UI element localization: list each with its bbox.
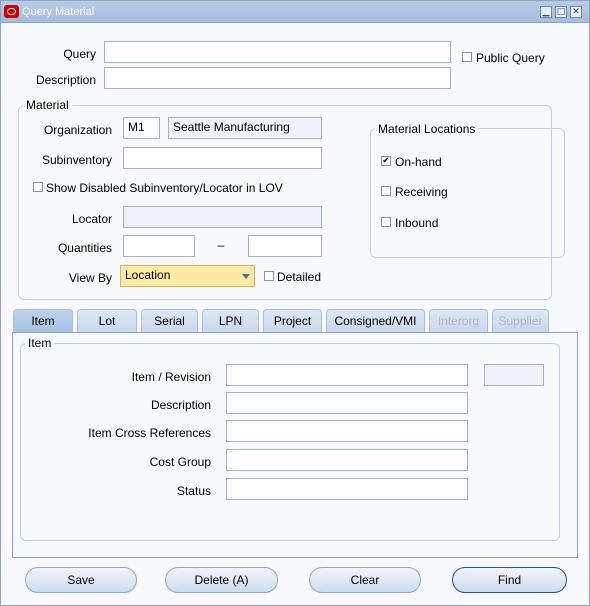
detailed-label: Detailed xyxy=(277,270,322,284)
organization-name-field: Seattle Manufacturing xyxy=(168,117,322,139)
detailed-checkbox[interactable] xyxy=(264,271,274,281)
quantities-dash: – xyxy=(217,238,225,252)
view-by-select[interactable]: Location xyxy=(120,265,255,287)
subinventory-input[interactable] xyxy=(123,147,322,169)
cross-references-label: Item Cross References xyxy=(88,426,211,440)
subinventory-label: Subinventory xyxy=(41,153,112,167)
window-title: Query Material xyxy=(22,6,95,18)
tab-supplier: Supplier xyxy=(492,309,549,333)
material-group-title: Material xyxy=(23,98,72,112)
tab-serial[interactable]: Serial xyxy=(141,309,198,333)
query-input[interactable] xyxy=(104,41,451,63)
tab-interorg: Interorg xyxy=(429,309,488,333)
on-hand-checkbox[interactable]: ✔ xyxy=(381,156,391,166)
status-label: Status xyxy=(176,484,211,498)
delete-button[interactable]: Delete (A) xyxy=(165,567,278,593)
public-query-checkbox[interactable] xyxy=(462,52,472,62)
show-disabled-checkbox[interactable] xyxy=(33,182,43,192)
chevron-down-icon[interactable] xyxy=(242,274,250,279)
close-icon[interactable]: ✕ xyxy=(570,6,582,18)
quantities-to-input[interactable] xyxy=(248,235,322,257)
receiving-checkbox[interactable] xyxy=(381,186,391,196)
material-locations-title: Material Locations xyxy=(375,122,479,136)
tab-project[interactable]: Project xyxy=(263,309,322,333)
inbound-label: Inbound xyxy=(395,216,439,230)
tab-item[interactable]: Item xyxy=(13,309,73,333)
revision-field xyxy=(484,364,544,386)
view-by-value: Location xyxy=(125,268,171,282)
cost-group-input[interactable] xyxy=(226,449,468,471)
oracle-logo-icon xyxy=(4,5,19,18)
organization-label: Organization xyxy=(43,123,112,137)
organization-code-field[interactable]: M1 xyxy=(123,117,160,139)
item-description-label: Description xyxy=(150,398,211,412)
tab-lot[interactable]: Lot xyxy=(77,309,137,333)
description-label: Description xyxy=(35,73,96,87)
cross-references-input[interactable] xyxy=(226,420,468,442)
find-button[interactable]: Find xyxy=(452,567,567,593)
show-disabled-label: Show Disabled Subinventory/Locator in LO… xyxy=(46,181,283,195)
clear-button[interactable]: Clear xyxy=(309,567,421,593)
receiving-label: Receiving xyxy=(395,185,448,199)
view-by-label: View By xyxy=(68,271,112,285)
item-group-title: Item xyxy=(25,336,55,350)
save-button[interactable]: Save xyxy=(25,567,137,593)
maximize-icon[interactable]: □ xyxy=(555,6,567,18)
status-input[interactable] xyxy=(226,478,468,500)
query-material-window: Query Material ▁ □ ✕ Query Public Query … xyxy=(0,0,590,606)
inbound-checkbox[interactable] xyxy=(381,217,391,227)
query-label: Query xyxy=(63,47,96,61)
description-input[interactable] xyxy=(104,67,451,89)
minimize-icon[interactable]: ▁ xyxy=(540,6,552,18)
quantities-label: Quantities xyxy=(57,241,112,255)
tab-lpn[interactable]: LPN xyxy=(202,309,259,333)
title-bar[interactable]: Query Material ▁ □ ✕ xyxy=(1,1,589,23)
item-description-input[interactable] xyxy=(226,392,468,414)
cost-group-label: Cost Group xyxy=(149,455,211,469)
locator-field xyxy=(123,206,322,228)
tab-consigned-vmi[interactable]: Consigned/VMI xyxy=(326,309,425,333)
item-revision-label: Item / Revision xyxy=(131,370,211,384)
locator-label: Locator xyxy=(71,212,112,226)
public-query-label: Public Query xyxy=(476,51,545,65)
item-input[interactable] xyxy=(226,364,468,386)
quantities-from-input[interactable] xyxy=(123,235,195,257)
on-hand-label: On-hand xyxy=(395,155,442,169)
